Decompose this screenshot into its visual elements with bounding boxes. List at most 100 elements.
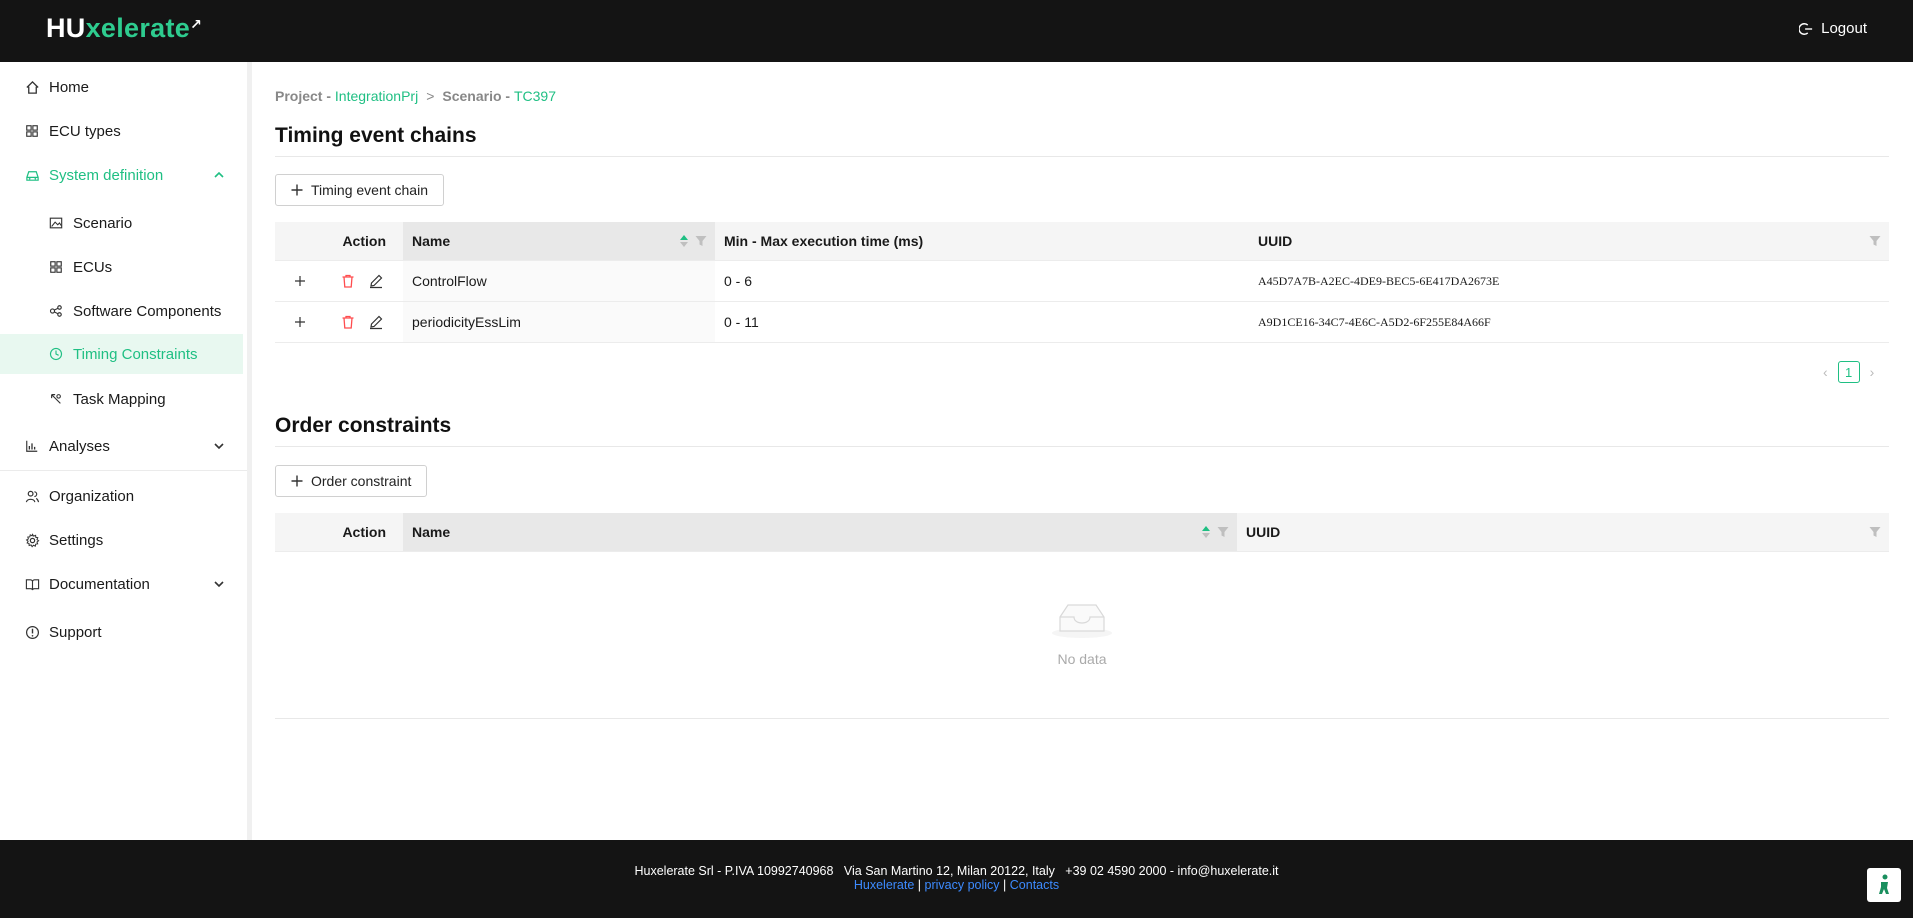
huxelerate-logo[interactable]: HUxelerate ↗ [46,12,202,44]
empty-state [275,597,1889,644]
column-header-uuid: UUID [1249,222,1889,260]
timing-chain-name: ControlFlow [403,261,715,301]
page-number-button[interactable]: 1 [1837,361,1860,383]
sidebar-item-ecu-types[interactable]: ECU types [0,111,247,151]
breadcrumb: Project - IntegrationPrj > Scenario - TC39… [275,88,556,104]
chevron-down-icon [214,443,224,450]
footer-link-huxelerate[interactable]: Huxelerate [854,878,914,892]
sort-icon[interactable] [679,233,689,249]
sidebar-item-label: ECU types [49,122,121,140]
grid-icon [24,123,40,139]
column-header-execution-time: Min - Max execution time (ms) [724,233,924,249]
footer-separator: | [917,878,922,892]
plus-icon [291,475,303,487]
sidebar-item-label: Software Components [73,302,222,320]
sidebar-item-label: Analyses [49,437,110,455]
sidebar-item-analyses[interactable]: Analyses [0,426,247,466]
column-header-name-label: Name [412,524,451,540]
sidebar-item-task-mapping[interactable]: Task Mapping [0,379,247,419]
execution-time-value: 0 - 6 [724,273,753,289]
footer-link-contacts[interactable]: Contacts [1010,878,1059,892]
sidebar-item-label: Settings [49,531,104,549]
logo-text-hu: HU [46,13,86,43]
add-timing-event-chain-button[interactable]: Timing event chain [275,174,444,206]
delete-icon[interactable] [340,314,356,330]
home-icon [24,79,40,95]
sidebar-item-label: Organization [49,487,135,505]
edit-icon[interactable] [368,314,384,330]
breadcrumb-project-label: Project - [275,88,335,104]
empty-inbox-icon [1052,604,1112,638]
cookie-preferences-button[interactable] [1867,868,1901,902]
book-icon [24,576,40,592]
sidebar-item-documentation[interactable]: Documentation [0,564,247,604]
sidebar-divider [0,470,247,471]
logout-button[interactable]: Logout [1799,20,1867,37]
pagination: ‹ 1 › [1823,361,1874,383]
uuid-value: A45D7A7B-A2EC-4DE9-BEC5-6E417DA2673E [1258,273,1500,288]
sidebar-item-label: Support [49,623,102,641]
nodes-icon [48,303,64,319]
column-header-uuid: UUID [1237,513,1889,551]
sidebar-item-ecus[interactable]: ECUs [0,247,247,287]
execution-time-value: 0 - 11 [724,314,759,330]
gear-icon [24,532,40,548]
sidebar-item-label: Home [49,78,90,96]
breadcrumb-project-link[interactable]: IntegrationPrj [335,88,418,104]
action-cell [275,302,403,342]
add-order-constraint-label: Order constraint [311,473,412,489]
empty-state-text: No data [1057,651,1107,667]
next-page-icon[interactable]: › [1870,364,1875,380]
footer-company-info: Huxelerate Srl - P.IVA 10992740968 Via S… [634,864,1279,878]
footer: Huxelerate Srl - P.IVA 10992740968 Via S… [0,840,1913,918]
action-cell [275,261,403,301]
logout-icon [1799,22,1813,35]
filter-icon[interactable] [1869,526,1881,538]
team-icon [24,488,40,504]
footer-link-privacy-policy[interactable]: privacy policy [925,878,1000,892]
prev-page-icon[interactable]: ‹ [1823,364,1828,380]
sidebar-item-scenario[interactable]: Scenario [0,203,247,243]
order-table-bottom-border [275,718,1889,719]
breadcrumb-scenario-link[interactable]: TC397 [514,88,556,104]
clock-icon [48,346,64,362]
add-timing-event-chain-label: Timing event chain [311,182,428,198]
sidebar-item-software-components[interactable]: Software Components [0,291,247,331]
logout-label: Logout [1821,20,1867,37]
edit-icon[interactable] [368,273,384,289]
sidebar-item-home[interactable]: Home [0,67,247,107]
filter-icon[interactable] [695,235,707,247]
column-header-uuid-label: UUID [1258,233,1293,249]
filter-icon[interactable] [1869,235,1881,247]
sidebar-item-settings[interactable]: Settings [0,520,247,560]
logo-text-xelerate: xelerate [85,13,191,43]
sidebar-item-label: Documentation [49,575,150,593]
table-row: ControlFlow 0 - 6 A45D7A7B-A2EC-4DE9-BEC… [275,261,1889,302]
timing-table-header: Action Name Min - Max execution time (ms… [275,222,1889,261]
sidebar-item-label: Scenario [73,214,133,232]
sidebar-item-timing-constraints[interactable]: Timing Constraints [0,334,243,374]
chevron-up-icon [214,171,224,178]
sort-icon[interactable] [1201,524,1211,540]
bar-chart-icon [24,438,40,454]
timing-chain-name: periodicityEssLim [403,302,715,342]
expand-icon[interactable] [293,315,307,329]
sidebar-item-label: Task Mapping [73,390,166,408]
sidebar-item-organization[interactable]: Organization [0,476,247,516]
sidebar-item-system-definition[interactable]: System definition [0,155,247,195]
grid-icon [48,259,64,275]
delete-icon[interactable] [340,273,356,289]
timing-section-title: Timing event chains [275,124,477,147]
timing-section-divider [275,156,1889,157]
sidebar-item-support[interactable]: Support [0,612,247,652]
breadcrumb-scenario-label: Scenario - [442,88,514,104]
column-header-name[interactable]: Name [403,513,1237,551]
car-icon [24,167,40,183]
table-row: periodicityEssLim 0 - 11 A9D1CE16-34C7-4… [275,302,1889,343]
column-header-name[interactable]: Name [403,222,715,260]
add-order-constraint-button[interactable]: Order constraint [275,465,428,497]
plus-icon [291,184,303,196]
filter-icon[interactable] [1217,526,1229,538]
sidebar-item-label: ECUs [73,258,113,276]
expand-icon[interactable] [293,274,307,288]
